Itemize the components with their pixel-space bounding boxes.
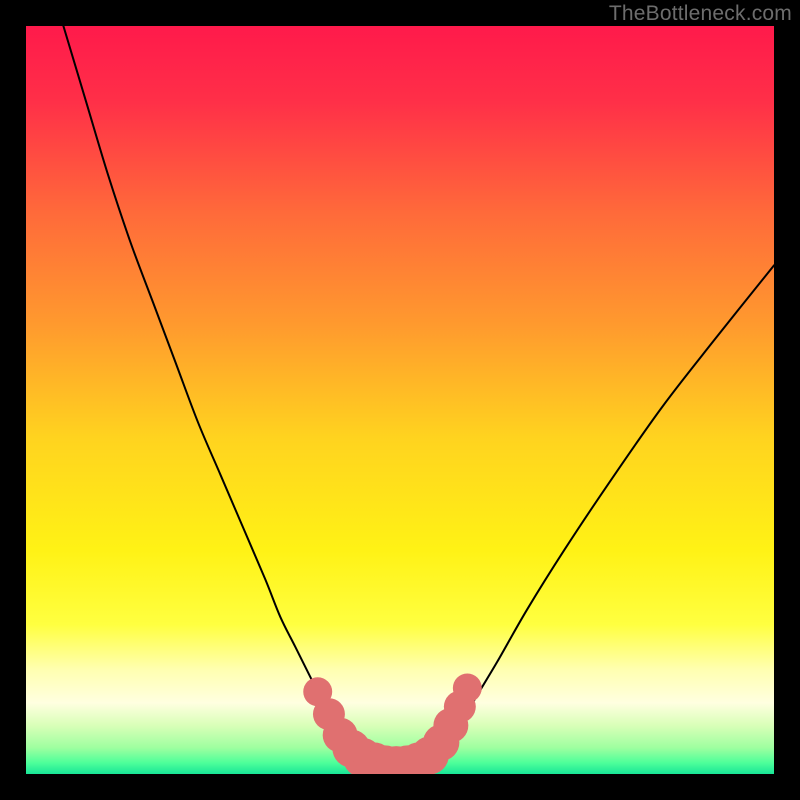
chart-frame: TheBottleneck.com <box>0 0 800 800</box>
highlight-dot <box>453 674 482 703</box>
watermark-text: TheBottleneck.com <box>609 2 792 26</box>
plot-area <box>26 26 774 774</box>
gradient-background <box>26 26 774 774</box>
chart-svg <box>26 26 774 774</box>
